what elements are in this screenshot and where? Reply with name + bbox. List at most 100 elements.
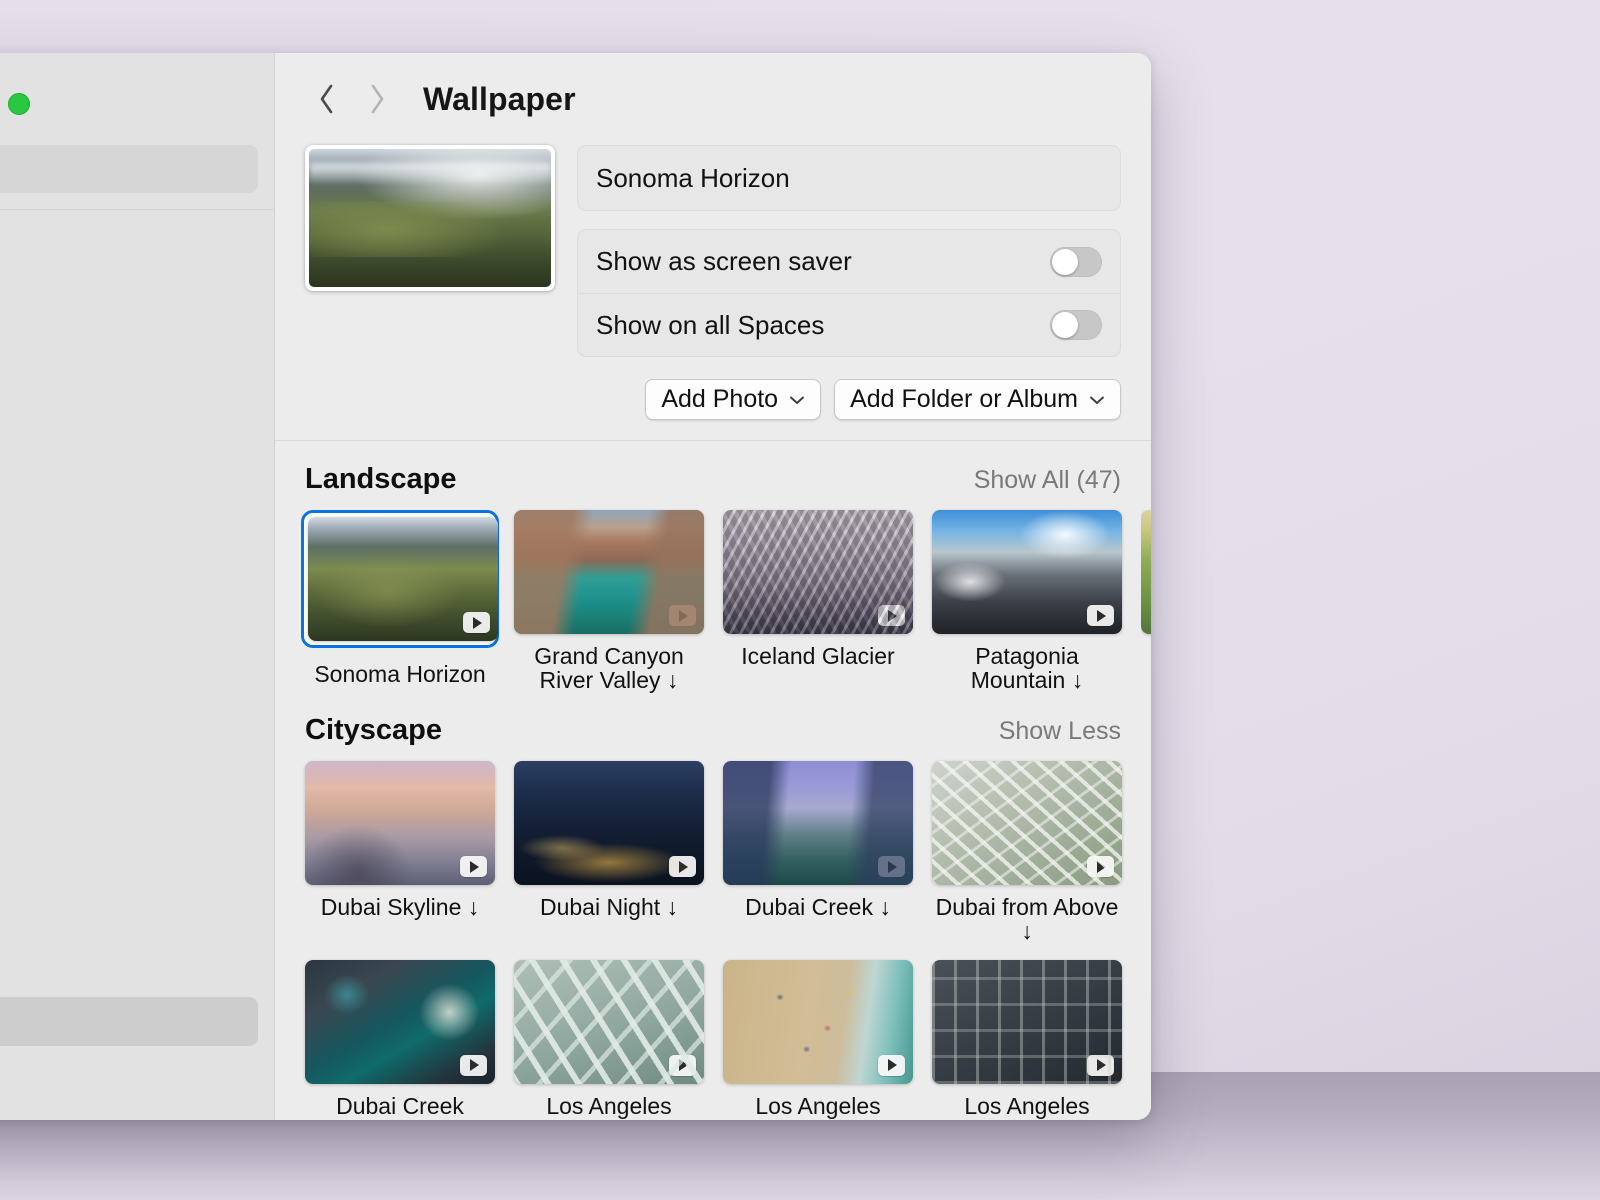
- wallpaper-thumbnail-frame: [514, 510, 704, 634]
- wallpaper-tile[interactable]: Dubai Skyline ↓: [305, 761, 495, 943]
- play-badge-icon[interactable]: [1087, 1054, 1114, 1076]
- sidebar-item-siri-spotlight[interactable]: ●Siri & Spotlight: [0, 787, 258, 836]
- chevron-left-icon: [320, 84, 333, 114]
- wallpaper-label: Iceland Glacier: [741, 643, 895, 669]
- system-settings-window: Search ●Wi-Fi●Bluetooth●Network ●Notifica…: [0, 53, 1151, 1120]
- play-triangle-icon: [470, 860, 479, 873]
- sidebar-item-notifications[interactable]: ●Notifications: [0, 381, 258, 430]
- wallpaper-tile[interactable]: Iceland Glacier: [723, 510, 913, 692]
- sidebar-item-appearance[interactable]: ●Appearance: [0, 640, 258, 689]
- play-badge-icon[interactable]: [878, 605, 905, 626]
- wallpaper-tile[interactable]: Patagonia Mountain ↓: [932, 510, 1122, 692]
- play-badge-icon[interactable]: [1087, 605, 1114, 626]
- wallpaper-settings-panel: Sonoma Horizon Show as screen saver Show …: [275, 145, 1151, 357]
- sidebar-item-privacy-security[interactable]: ●Privacy & Security: [0, 836, 258, 885]
- sidebar-item-displays[interactable]: ●Displays: [0, 948, 258, 997]
- wallpaper-tile[interactable]: Grand Canyon River Valley ↓: [514, 510, 704, 692]
- sidebar-item-focus[interactable]: ●Focus: [0, 479, 258, 528]
- sidebar-item-wallpaper[interactable]: ●Wallpaper: [0, 997, 258, 1046]
- sidebar-item-sound[interactable]: ●Sound: [0, 430, 258, 479]
- section-title: Landscape: [305, 463, 457, 495]
- wallpaper-thumbnail: [723, 959, 913, 1084]
- wallpaper-label: Dubai from Above ↓: [935, 894, 1119, 945]
- fullscreen-button[interactable]: [8, 93, 30, 115]
- sidebar-item-wi-fi[interactable]: ●Wi-Fi: [0, 220, 258, 269]
- wallpaper-tile[interactable]: Dubai from Above ↓: [932, 761, 1122, 943]
- wallpaper-thumbnail: [305, 761, 495, 886]
- play-badge-icon[interactable]: [878, 1054, 905, 1076]
- play-badge-icon[interactable]: [460, 1054, 487, 1076]
- sidebar-group: ●Notifications●Sound●Focus●Screen Time: [0, 381, 258, 591]
- sidebar-item-bluetooth[interactable]: ●Bluetooth: [0, 269, 258, 318]
- play-badge-icon[interactable]: [1087, 856, 1114, 878]
- wallpaper-thumbnail-frame: [514, 761, 704, 886]
- search-input[interactable]: Search: [0, 145, 258, 193]
- add-photo-button[interactable]: Add Photo: [645, 379, 822, 420]
- wallpaper-tile[interactable]: Dubai Night ↓: [514, 761, 704, 943]
- wallpaper-label: Grand Canyon River Valley ↓: [534, 643, 684, 693]
- play-badge-icon[interactable]: [878, 856, 905, 878]
- play-badge-icon[interactable]: [460, 856, 487, 878]
- play-triangle-icon: [1097, 1059, 1106, 1072]
- sidebar-group: ●General●Appearance●Accessibility●Contro…: [0, 591, 258, 899]
- play-badge-icon[interactable]: [669, 1054, 696, 1076]
- section-title: Cityscape: [305, 714, 443, 747]
- play-badge-icon[interactable]: [669, 605, 696, 626]
- play-badge-icon[interactable]: [463, 612, 490, 633]
- wallpaper-row: Sonoma Horizon Grand Canyon River Valley …: [301, 510, 1151, 692]
- button-label: Add Folder or Album: [850, 385, 1078, 413]
- wallpaper-tile[interactable]: Sonoma Horizon: [301, 510, 499, 692]
- row-spacer: [305, 944, 1121, 960]
- add-buttons-row: Add Photo Add Folder or Album: [275, 357, 1151, 440]
- wallpaper-label: Dubai Creek Harbor ↓: [336, 1092, 464, 1120]
- wallpaper-thumbnail: [932, 959, 1122, 1084]
- add-folder-or-album-button[interactable]: Add Folder or Album: [834, 379, 1121, 420]
- settings-fields: Sonoma Horizon Show as screen saver Show …: [577, 145, 1121, 357]
- toggle-switch[interactable]: [1050, 246, 1102, 277]
- wallpaper-thumbnail-frame: [305, 959, 495, 1084]
- sidebar-item-control-center[interactable]: ●Control Center: [0, 738, 258, 787]
- play-triangle-icon: [888, 1059, 897, 1072]
- wallpaper-thumbnail-frame: [932, 959, 1122, 1084]
- wallpaper-tile[interactable]: [1141, 510, 1151, 692]
- wallpaper-row: Dubai Skyline ↓ Dubai Night ↓ Dubai Creek …: [305, 761, 1122, 943]
- wallpaper-label: Los Angeles Overpass ↓: [546, 1092, 672, 1120]
- play-triangle-icon: [1097, 609, 1106, 622]
- wallpaper-tile[interactable]: Los Angeles Airport ↓: [932, 959, 1122, 1120]
- play-triangle-icon: [679, 609, 688, 622]
- play-badge-icon[interactable]: [669, 856, 696, 878]
- sidebar-item-accessibility[interactable]: ●Accessibility: [0, 689, 258, 738]
- forward-button[interactable]: [355, 77, 399, 121]
- sidebar-item-desktop-dock[interactable]: ●Desktop & Dock: [0, 899, 258, 948]
- play-triangle-icon: [679, 1059, 688, 1072]
- sidebar-item-general[interactable]: ●General: [0, 591, 258, 640]
- play-triangle-icon: [473, 616, 482, 629]
- wallpaper-thumbnail: [1141, 510, 1151, 634]
- wallpaper-thumbnail: [514, 510, 704, 634]
- sidebar-search: Search: [0, 145, 274, 209]
- wallpaper-preview[interactable]: [305, 145, 555, 291]
- section-toggle-link[interactable]: Show All (47): [974, 466, 1121, 495]
- wallpaper-tile[interactable]: Dubai Creek ↓: [723, 761, 913, 943]
- chevron-down-icon: [1090, 396, 1104, 404]
- wallpaper-label: Patagonia Mountain ↓: [970, 643, 1084, 693]
- wallpaper-thumbnail-frame: [514, 959, 704, 1084]
- toggle-card: Show as screen saver Show on all Spaces: [577, 229, 1121, 357]
- play-triangle-icon: [679, 860, 688, 873]
- sidebar-item-battery[interactable]: ●Battery: [0, 1095, 258, 1120]
- sidebar-item-network[interactable]: ●Network: [0, 318, 258, 367]
- wallpaper-thumbnail-frame: [723, 510, 913, 634]
- wallpaper-thumbnail: [514, 761, 704, 886]
- wallpaper-tile[interactable]: Dubai Creek Harbor ↓: [305, 959, 495, 1120]
- section-toggle-link[interactable]: Show Less: [999, 717, 1121, 746]
- sidebar-item-screen-time[interactable]: ●Screen Time: [0, 528, 258, 577]
- wallpaper-tile[interactable]: Los Angeles Beach ↓: [723, 959, 913, 1120]
- sidebar-item-screen-saver[interactable]: ●Screen Saver: [0, 1046, 258, 1095]
- back-button[interactable]: [305, 77, 349, 121]
- wallpaper-thumbnail-frame: [932, 510, 1122, 634]
- play-triangle-icon: [470, 1059, 479, 1072]
- sidebar-group: ●Desktop & Dock●Displays●Wallpaper●Scree…: [0, 899, 258, 1120]
- wallpaper-tile[interactable]: Los Angeles Overpass ↓: [514, 959, 704, 1120]
- wallpaper-gallery: Landscape Show All (47) Sonoma Horizon Gran…: [275, 441, 1151, 1120]
- toggle-switch[interactable]: [1050, 310, 1102, 340]
